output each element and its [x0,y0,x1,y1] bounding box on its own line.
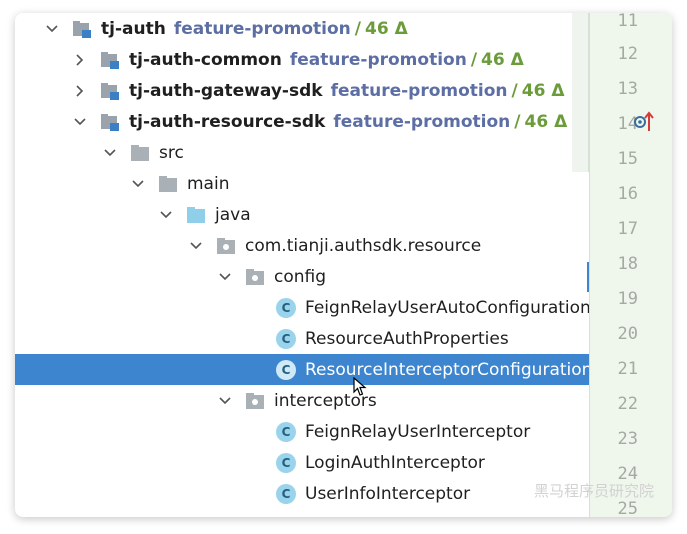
tree-node-class-selected[interactable]: C ResourceInterceptorConfiguration [15,354,602,385]
line-number: 17 [617,219,638,239]
chevron-down-icon[interactable] [218,270,232,284]
tree-node-interceptors[interactable]: interceptors [15,385,602,416]
class-icon: C [276,328,296,349]
chevron-down-icon[interactable] [159,208,173,222]
module-name: tj-auth-resource-sdk [129,111,326,132]
line-number: 21 [617,359,638,379]
tree-node-class[interactable]: C FeignRelayUserInterceptor [15,416,602,447]
tree-node-class[interactable]: C FeignRelayUserAutoConfiguration [15,292,602,323]
tree-node-module-gateway-sdk[interactable]: tj-auth-gateway-sdk feature-promotion / … [15,75,602,106]
module-folder-icon [101,82,119,100]
tree-node-module-common[interactable]: tj-auth-common feature-promotion / 46 Δ [15,44,602,75]
mouse-cursor-icon [353,377,367,396]
chevron-down-icon[interactable] [131,177,145,191]
implementation-gutter-icon[interactable] [633,110,657,134]
tree-node-class[interactable]: C UserInfoInterceptor [15,478,602,509]
class-icon: C [276,452,296,473]
project-tree-window: tj-auth feature-promotion / 46 Δ tj-auth… [15,13,672,517]
separator: / [470,49,478,70]
tree-node-module-resource-sdk[interactable]: tj-auth-resource-sdk feature-promotion /… [15,106,602,137]
line-number: 11 [617,13,638,31]
folder-name: main [187,173,230,194]
line-number: 16 [617,184,638,204]
folder-icon [159,175,177,192]
chevron-right-icon[interactable] [73,84,87,98]
line-number: 14 [617,114,638,134]
git-branch: feature-promotion [289,49,467,70]
line-number: 22 [617,394,638,414]
line-number: 20 [617,324,638,344]
chevron-down-icon[interactable] [189,239,203,253]
git-branch: feature-promotion [173,18,351,39]
class-name: ResourceAuthProperties [305,328,509,349]
package-name: com.tianji.authsdk.resource [245,235,482,256]
change-count: 46 Δ [521,80,565,101]
class-name: FeignRelayUserInterceptor [305,421,531,442]
change-count: 46 Δ [481,49,524,70]
module-name: tj-auth-common [129,49,282,70]
folder-name: src [159,142,184,163]
module-folder-icon [101,113,119,131]
chevron-down-icon[interactable] [45,22,59,36]
class-icon: C [276,483,296,504]
class-icon: C [276,359,296,380]
line-number: 13 [617,79,638,99]
package-icon [217,237,235,254]
line-number: 12 [617,44,638,64]
class-name: ResourceInterceptorConfiguration [305,359,593,380]
line-number: 18 [617,254,638,274]
module-name: tj-auth [101,18,166,39]
package-icon [246,268,264,285]
chevron-down-icon[interactable] [73,115,87,129]
package-name: config [274,266,327,287]
watermark: 黑马程序员研究院 [533,482,654,500]
separator: / [511,80,518,101]
tree-node-config[interactable]: config [15,261,602,292]
class-icon: C [276,421,296,442]
git-branch: feature-promotion [330,80,508,101]
project-tree: tj-auth feature-promotion / 46 Δ tj-auth… [15,13,602,517]
scrollbar-track[interactable] [572,13,589,172]
source-folder-icon [187,206,205,223]
tree-node-root-module[interactable]: tj-auth feature-promotion / 46 Δ [15,13,602,44]
class-name: UserInfoInterceptor [305,483,471,504]
change-count: 46 Δ [365,18,408,39]
class-name: FeignRelayUserAutoConfiguration [305,297,591,318]
tree-node-main[interactable]: main [15,168,602,199]
separator: / [354,18,361,39]
change-count: 46 Δ [524,111,568,132]
separator: / [514,111,521,132]
tree-node-src[interactable]: src [15,137,602,168]
chevron-down-icon[interactable] [218,394,232,408]
git-branch: feature-promotion [333,111,511,132]
line-number: 23 [617,429,638,449]
class-name: LoginAuthInterceptor [305,452,485,473]
line-number: 25 [617,499,638,517]
module-folder-icon [73,20,91,38]
chevron-right-icon[interactable] [73,53,87,67]
tree-node-class[interactable]: C ResourceAuthProperties [15,323,602,354]
line-number: 19 [617,289,638,309]
class-icon: C [276,297,296,318]
folder-icon [131,144,149,161]
tree-node-java[interactable]: java [15,199,602,230]
package-icon [246,392,264,409]
line-number: 15 [617,149,638,169]
module-folder-icon [101,51,119,69]
chevron-down-icon[interactable] [103,146,117,160]
folder-name: java [215,204,251,225]
tree-node-class[interactable]: C LoginAuthInterceptor [15,447,602,478]
tree-node-package[interactable]: com.tianji.authsdk.resource [15,230,602,261]
module-name: tj-auth-gateway-sdk [129,80,323,101]
